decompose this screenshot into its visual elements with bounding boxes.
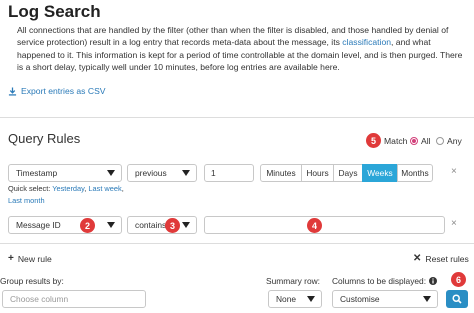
time-unit-group: Minutes Hours Days Weeks Months xyxy=(260,164,433,182)
columns-displayed-select[interactable]: Customise xyxy=(332,290,438,308)
match-label: Match xyxy=(384,136,408,146)
export-csv-label: Export entries as CSV xyxy=(21,86,106,96)
columns-displayed-heading: Columns to be displayed: xyxy=(332,276,438,286)
close-icon: ✕ xyxy=(413,253,422,264)
rule2-remove-button[interactable]: × xyxy=(451,218,457,229)
rule2-field-value: Message ID xyxy=(16,220,61,230)
quick-last-week-link[interactable]: Last week xyxy=(88,184,121,193)
match-all-option[interactable]: All xyxy=(410,136,431,146)
unit-hours-button[interactable]: Hours xyxy=(301,164,334,182)
download-icon xyxy=(8,86,17,96)
annotation-badge-4: 4 xyxy=(307,218,322,233)
chevron-down-icon xyxy=(182,222,190,228)
chevron-down-icon xyxy=(182,170,190,176)
annotation-badge-6: 6 xyxy=(451,272,466,287)
rule1-operator-value: previous xyxy=(135,168,167,178)
reset-rules-label: Reset rules xyxy=(425,253,469,264)
unit-days-button[interactable]: Days xyxy=(333,164,363,182)
chevron-down-icon xyxy=(423,296,431,302)
intro-text: All connections that are handled by the … xyxy=(17,24,469,74)
plus-icon: + xyxy=(8,253,14,264)
rule2-field-select[interactable]: Message ID xyxy=(8,216,122,234)
rule2-operator-select[interactable]: contains xyxy=(127,216,197,234)
new-rule-button[interactable]: + New rule xyxy=(8,253,52,264)
annotation-badge-3: 3 xyxy=(165,218,180,233)
info-icon[interactable] xyxy=(429,277,438,285)
annotation-badge-5: 5 xyxy=(366,133,381,148)
chevron-down-icon xyxy=(107,222,115,228)
columns-displayed-value: Customise xyxy=(340,294,380,304)
rule1-value-input[interactable]: 1 xyxy=(204,164,254,182)
classification-link[interactable]: classification xyxy=(342,37,391,47)
quick-last-month-link[interactable]: Last month xyxy=(8,196,45,205)
annotation-badge-2: 2 xyxy=(80,218,95,233)
summary-row-select[interactable]: None xyxy=(268,290,322,308)
match-any-radio[interactable] xyxy=(436,137,444,145)
summary-row-label: Summary row: xyxy=(266,276,320,286)
summary-row-value: None xyxy=(276,294,297,304)
chevron-down-icon xyxy=(107,170,115,176)
rule1-field-select[interactable]: Timestamp xyxy=(8,164,122,182)
match-any-option[interactable]: Any xyxy=(436,136,462,146)
unit-weeks-button[interactable]: Weeks xyxy=(362,164,398,182)
new-rule-label: New rule xyxy=(17,253,52,264)
columns-displayed-label: Columns to be displayed: xyxy=(332,276,427,286)
match-all-radio[interactable] xyxy=(410,137,418,145)
page-title: Log Search xyxy=(8,2,101,21)
search-button[interactable] xyxy=(446,290,468,308)
group-results-placeholder: Choose column xyxy=(10,294,69,304)
reset-rules-button[interactable]: ✕ Reset rules xyxy=(413,253,469,264)
quick-select: Quick select: Yesterday, Last week, xyxy=(8,184,124,193)
chevron-down-icon xyxy=(307,296,315,302)
query-rules-title: Query Rules xyxy=(8,131,81,146)
quick-yesterday-link[interactable]: Yesterday xyxy=(52,184,84,193)
rule1-operator-select[interactable]: previous xyxy=(127,164,197,182)
rule2-value-input[interactable] xyxy=(204,216,445,234)
group-results-select[interactable]: Choose column xyxy=(2,290,146,308)
export-csv-link[interactable]: Export entries as CSV xyxy=(8,86,106,96)
unit-months-button[interactable]: Months xyxy=(397,164,433,182)
quick-select-label: Quick select: xyxy=(8,184,51,193)
match-all-label: All xyxy=(421,136,431,146)
unit-minutes-button[interactable]: Minutes xyxy=(260,164,302,182)
match-any-label: Any xyxy=(447,136,462,146)
rule1-field-value: Timestamp xyxy=(16,168,58,178)
rule1-remove-button[interactable]: × xyxy=(451,166,457,177)
group-results-label: Group results by: xyxy=(0,276,64,286)
search-icon xyxy=(452,294,462,304)
rule2-operator-value: contains xyxy=(135,220,167,230)
